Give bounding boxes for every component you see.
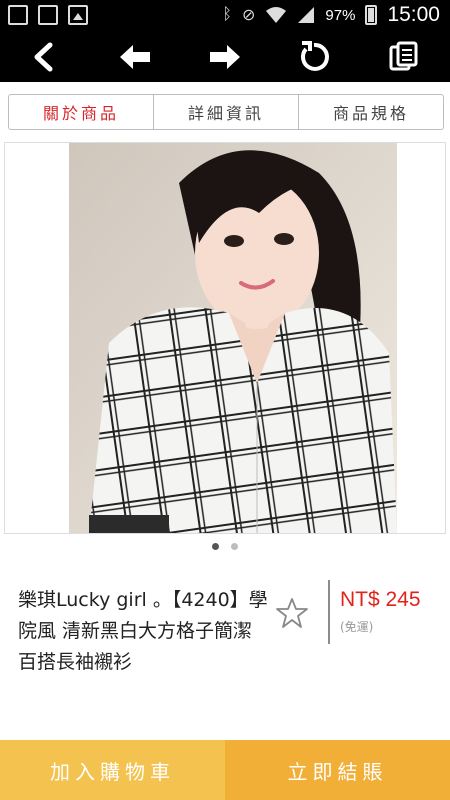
carousel-dot-1[interactable] [212,543,219,550]
browser-toolbar [0,32,450,82]
system-icons: ᛒ ⊘ 97% 15:00 [222,3,440,27]
product-tabs: 關於商品 詳細資訊 商品規格 [8,94,444,130]
product-title: 樂琪Lucky girl 。【4240】學院風 清新黑白大方格子簡潔百搭長袖襯衫 [18,589,268,673]
signal-icon [298,7,315,23]
carousel-dot-2[interactable] [231,543,238,550]
price-box: NT$ 245 (免運) [328,580,438,644]
product-photo [69,143,397,533]
page-forward-button[interactable] [203,36,247,78]
copy-icon [389,41,418,71]
arrow-right-icon [210,45,240,69]
back-chevron-icon [34,42,53,72]
tab-specifications[interactable]: 商品規格 [299,95,443,129]
checkout-button[interactable]: 立即結賬 [225,740,450,800]
tab-about-product[interactable]: 關於商品 [9,95,154,129]
star-icon [276,598,308,628]
calendar-icon [8,5,28,25]
shipping-note: (免運) [340,620,374,634]
sim-card-off-icon [38,5,58,25]
arrow-left-icon [120,45,150,69]
reload-button[interactable] [292,36,336,78]
product-image-carousel[interactable] [4,142,446,534]
carousel-indicator [0,543,450,550]
add-to-cart-button[interactable]: 加入購物車 [0,740,225,800]
clock: 15:00 [387,3,440,26]
page-back-button[interactable] [113,36,157,78]
mute-icon: ⊘ [242,7,256,24]
bluetooth-icon: ᛒ [222,6,232,23]
status-bar: ᛒ ⊘ 97% 15:00 [0,0,450,32]
wifi-icon [266,7,287,23]
battery-percent: 97% [325,6,356,24]
image-icon [68,5,88,25]
tab-details[interactable]: 詳細資訊 [154,95,299,129]
favorite-button[interactable] [275,596,309,630]
reload-icon [300,41,329,71]
notification-icons [8,5,88,25]
battery-icon [365,5,378,25]
copy-button[interactable] [382,36,426,78]
action-bar: 加入購物車 立即結賬 [0,740,450,800]
back-chevron-button[interactable] [22,36,66,78]
product-price: NT$ 245 [340,588,421,611]
